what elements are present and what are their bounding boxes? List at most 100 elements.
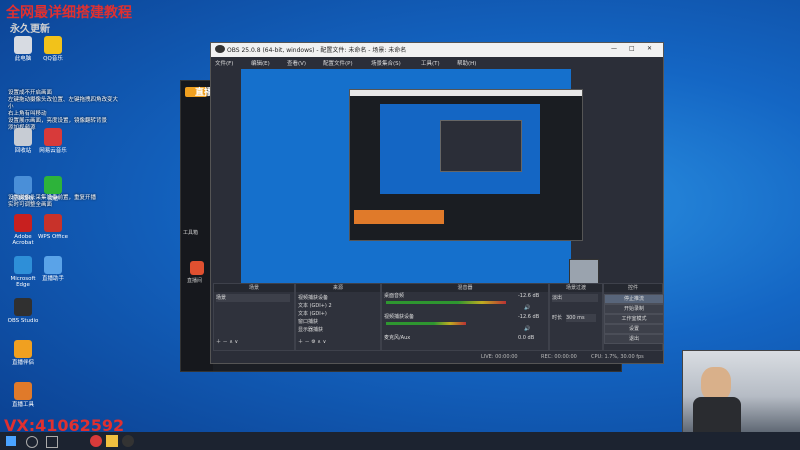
- desktop-icon[interactable]: Adobe Acrobat: [6, 214, 40, 246]
- menu-scene-collection[interactable]: 场景集合(S): [371, 59, 401, 67]
- desktop-icon-label: 直播伴侣: [11, 360, 34, 366]
- app-icon: [14, 256, 32, 274]
- search-icon[interactable]: [26, 436, 38, 448]
- desktop-icon-label: QQ音乐: [43, 56, 63, 62]
- start-recording-button[interactable]: 开始录制: [604, 304, 664, 314]
- desktop-icon[interactable]: 微信: [36, 176, 70, 202]
- menu-view[interactable]: 查看(V): [287, 59, 306, 67]
- obs-title: OBS 25.0.8 (64-bit, windows) - 配置文件: 未命名…: [227, 47, 407, 54]
- up-icon[interactable]: ∧: [229, 339, 233, 345]
- nested-titlebar: [350, 90, 582, 96]
- desktop-icon[interactable]: OBS Studio: [6, 298, 40, 324]
- overlay-subtitle: 永久更新: [10, 24, 50, 35]
- close-icon[interactable]: ✕: [647, 45, 652, 52]
- remove-icon[interactable]: －: [223, 339, 228, 345]
- obs-preview-canvas[interactable]: [241, 69, 599, 317]
- menu-tools[interactable]: 工具(T): [421, 59, 440, 67]
- obs-window[interactable]: OBS 25.0.8 (64-bit, windows) - 配置文件: 未命名…: [210, 42, 664, 364]
- transition-select[interactable]: 淡出: [552, 294, 598, 302]
- app-icon: [44, 256, 62, 274]
- obs-menubar: 文件(F) 编辑(E) 查看(V) 配置文件(P) 场景集合(S) 工具(T) …: [211, 57, 663, 68]
- source-item[interactable]: 文本 (GDI+) 2: [298, 302, 332, 310]
- note-line: 实时可调整全画面: [8, 202, 53, 208]
- browser-icon[interactable]: [90, 435, 102, 447]
- desktop-icon-label: 控制面板: [11, 196, 34, 202]
- maximize-icon[interactable]: □: [629, 45, 635, 52]
- desktop-icon-label: Adobe Acrobat: [12, 234, 34, 246]
- desktop-icon[interactable]: 直播助手: [36, 256, 70, 282]
- note-line: 左键拖动摄像头改位置、左键拖拽四角改变大小: [8, 97, 119, 110]
- exit-button[interactable]: 退出: [604, 334, 664, 344]
- desktop-icon-label: 直播助手: [41, 276, 64, 282]
- desktop-icon-label: 直播工具: [11, 402, 34, 408]
- scene-transitions-dock: 场景过渡 淡出 时长 300 ms: [549, 283, 603, 351]
- speaker-icon[interactable]: 🔊: [524, 304, 530, 312]
- live-room-icon[interactable]: [190, 261, 204, 275]
- desktop-icon[interactable]: 直播伴侣: [6, 340, 40, 366]
- mixer-slider[interactable]: 🔊: [384, 304, 544, 312]
- settings-button[interactable]: 设置: [604, 324, 664, 334]
- desktop-icon-label: 回收站: [14, 148, 32, 154]
- up-icon[interactable]: ∧: [317, 339, 321, 345]
- speaker-icon[interactable]: 🔊: [524, 325, 530, 333]
- sources-header: 来源: [296, 284, 380, 292]
- desktop-icon[interactable]: 控制面板: [6, 176, 40, 202]
- remove-icon[interactable]: －: [305, 339, 310, 345]
- obs-titlebar[interactable]: OBS 25.0.8 (64-bit, windows) - 配置文件: 未命名…: [211, 43, 663, 57]
- note-line: 设置展示画面，亮度设置，镜像翻转背景: [8, 118, 108, 124]
- desktop-icon[interactable]: 网易云音乐: [36, 128, 70, 154]
- desktop-icon[interactable]: QQ音乐: [36, 36, 70, 62]
- audio-mixer-dock: 混音器 桌面音频 -12.6 dB 🔊 视频捕获设备 -12.6 dB 🔊 麦克…: [381, 283, 549, 351]
- start-icon[interactable]: [6, 436, 16, 446]
- note-line: 右上角有叫移动: [8, 111, 47, 117]
- studio-mode-button[interactable]: 工作室模式: [604, 314, 664, 324]
- rec-status: REC: 00:00:00: [541, 354, 577, 360]
- track-db: -12.6 dB: [518, 314, 540, 320]
- scene-controls: ＋ － ∧ ∨: [216, 338, 238, 346]
- app-icon: [14, 340, 32, 358]
- source-item[interactable]: 窗口捕获: [298, 318, 318, 326]
- menu-file[interactable]: 文件(F): [215, 59, 233, 67]
- desktop-icon[interactable]: Microsoft Edge: [6, 256, 40, 288]
- desktop-icon[interactable]: 回收站: [6, 128, 40, 154]
- duration-input[interactable]: 300 ms: [566, 314, 596, 322]
- add-icon[interactable]: ＋: [216, 339, 221, 345]
- stop-streaming-button[interactable]: 停止推流: [604, 294, 664, 304]
- folder-icon[interactable]: [106, 435, 118, 447]
- down-icon[interactable]: ∨: [323, 339, 327, 345]
- menu-profile[interactable]: 配置文件(P): [323, 59, 353, 67]
- obs-icon[interactable]: [122, 435, 134, 447]
- controls-dock: 控件 停止推流 开始录制 工作室模式 设置 退出: [603, 283, 664, 351]
- desktop-icon[interactable]: WPS Office: [36, 214, 70, 240]
- webcam-overlay: [682, 350, 800, 434]
- add-icon[interactable]: ＋: [298, 339, 303, 345]
- mixer-track: 麦克风/Aux 0.0 dB: [384, 334, 544, 342]
- app-sidebar-label-2: 直播间: [187, 278, 203, 284]
- app-icon: [44, 36, 62, 54]
- taskview-icon[interactable]: [46, 436, 58, 448]
- app-icon: [44, 176, 62, 194]
- desktop-icon-label: 此电脑: [14, 56, 32, 62]
- gear-icon[interactable]: ⚙: [311, 339, 315, 345]
- desktop-icon[interactable]: 此电脑: [6, 36, 40, 62]
- source-item[interactable]: 文本 (GDI+): [298, 310, 327, 318]
- minimize-icon[interactable]: —: [611, 45, 617, 52]
- scene-item[interactable]: 场景: [216, 294, 290, 302]
- transitions-header: 场景过渡: [550, 284, 602, 292]
- nested-inner-window: [440, 120, 522, 172]
- app-icon: [14, 298, 32, 316]
- track-name: 视频捕获设备: [384, 314, 415, 320]
- app-icon: [14, 176, 32, 194]
- down-icon[interactable]: ∨: [234, 339, 238, 345]
- source-item[interactable]: 显示器捕获: [298, 326, 323, 334]
- app-sidebar-label[interactable]: 工具箱: [183, 229, 198, 236]
- mixer-slider[interactable]: 🔊: [384, 325, 544, 333]
- source-controls: ＋ － ⚙ ∧ ∨: [298, 338, 326, 346]
- source-item[interactable]: 视频捕获设备: [298, 294, 328, 302]
- note-line: 设置成不开启画面: [8, 90, 53, 96]
- menu-edit[interactable]: 编辑(E): [251, 59, 270, 67]
- menu-help[interactable]: 帮助(H): [457, 59, 476, 67]
- desktop-icon[interactable]: 直播工具: [6, 382, 40, 408]
- live-status: LIVE: 00:00:00: [481, 354, 518, 360]
- app-icon: [14, 36, 32, 54]
